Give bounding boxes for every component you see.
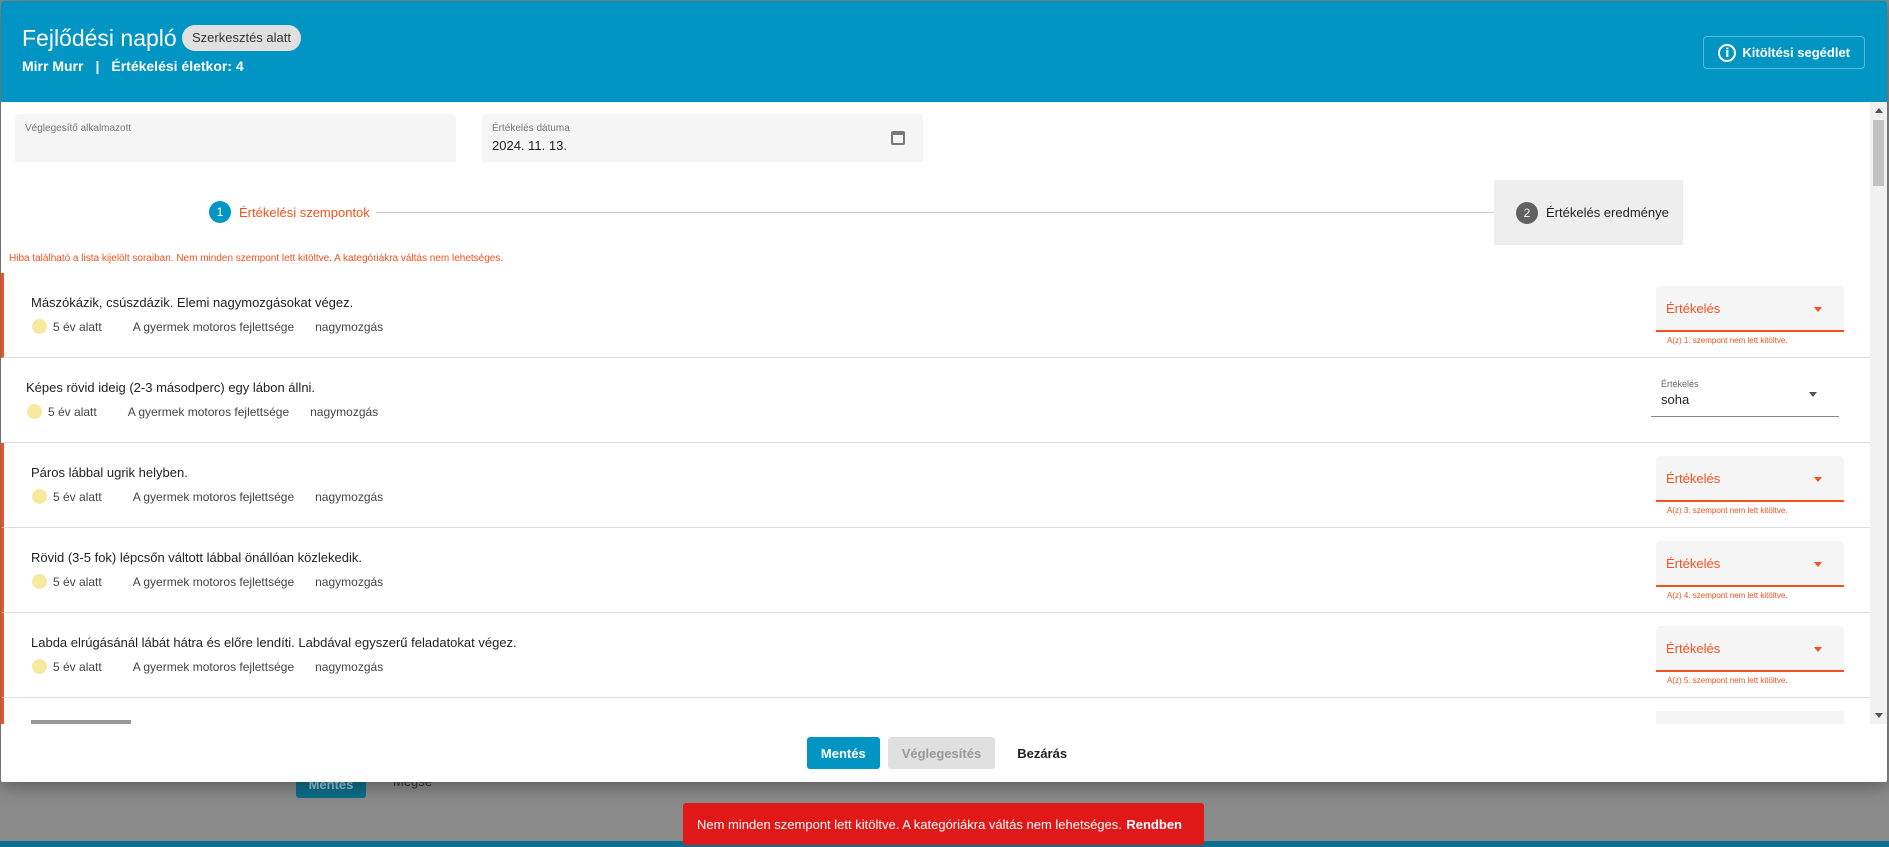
evaluation-select-error: A(z) 1. szempont nem lett kitöltve.: [1667, 336, 1788, 345]
finalizing-employee-field[interactable]: Véglegesítő alkalmazott: [15, 114, 456, 162]
criteria-meta: 5 év alatt A gyermek motoros fejlettsége…: [27, 404, 378, 419]
criteria-category: A gyermek motoros fejlettsége: [132, 489, 295, 504]
age-dot-icon: [32, 659, 47, 674]
evaluation-age: Értékelési életkor: 4: [111, 58, 244, 74]
help-guide-label: Kitöltési segédlet: [1742, 45, 1850, 60]
criteria-subcategory: nagymozgás: [315, 319, 384, 334]
criteria-age: 5 év alatt: [53, 489, 102, 504]
evaluation-select-label: Értékelés: [1661, 379, 1699, 389]
evaluation-select-cut[interactable]: [1656, 711, 1844, 724]
age-dot-icon: [32, 489, 47, 504]
evaluation-select[interactable]: Értékelés soha: [1651, 371, 1839, 417]
criteria-subcategory: nagymozgás: [315, 489, 384, 504]
evaluation-select-value: soha: [1661, 392, 1690, 407]
scroll-thumb[interactable]: [1873, 120, 1884, 186]
scroll-up-icon[interactable]: [1875, 108, 1883, 113]
criteria-title: Labda elrúgásánál lábát hátra és előre l…: [31, 635, 517, 650]
error-snackbar: Nem minden szempont lett kitöltve. A kat…: [683, 803, 1204, 845]
info-icon: i: [1718, 43, 1737, 62]
criteria-list: Mászókázik, csúszdázik. Elemi nagymozgás…: [1, 273, 1871, 724]
help-guide-button[interactable]: i Kitöltési segédlet: [1703, 36, 1865, 69]
evaluation-select-error: A(z) 3. szempont nem lett kitöltve.: [1667, 506, 1788, 515]
save-button[interactable]: Mentés: [806, 737, 880, 769]
criteria-age: 5 év alatt: [53, 574, 102, 589]
step-results-number: 2: [1516, 201, 1538, 224]
evaluation-select-placeholder: Értékelés: [1666, 641, 1721, 656]
evaluation-select-placeholder: Értékelés: [1666, 471, 1721, 486]
dialog-title: Fejlődési napló: [22, 25, 177, 51]
criteria-meta: 5 év alatt A gyermek motoros fejlettsége…: [32, 574, 383, 589]
step-results[interactable]: 2 Értékelés eredménye: [1494, 180, 1683, 245]
criteria-meta: 5 év alatt A gyermek motoros fejlettsége…: [32, 659, 383, 674]
evaluation-date-field[interactable]: Értékelés dátuma 2024. 11. 13.: [482, 114, 923, 162]
age-dot-icon: [27, 404, 42, 419]
evaluation-select-error: A(z) 4. szempont nem lett kitöltve.: [1667, 591, 1788, 600]
criteria-subcategory: nagymozgás: [315, 659, 384, 674]
criteria-meta: 5 év alatt A gyermek motoros fejlettsége…: [32, 319, 383, 334]
chevron-down-icon: [1814, 307, 1822, 312]
evaluation-select-placeholder: Értékelés: [1666, 301, 1721, 316]
step-criteria-number: 1: [209, 201, 231, 223]
criteria-row: Labda elrúgásánál lábát hátra és előre l…: [1, 613, 1871, 698]
vertical-scrollbar[interactable]: [1870, 102, 1887, 724]
criteria-title: Képes rövid ideig (2-3 másodperc) egy lá…: [26, 380, 316, 395]
child-name: Mirr Murr: [22, 58, 84, 74]
dialog-body: Véglegesítő alkalmazott Értékelés dátuma…: [1, 102, 1871, 724]
step-connector: [375, 212, 1517, 213]
status-chip: Szerkesztés alatt: [182, 25, 301, 51]
criteria-category: A gyermek motoros fejlettsége: [132, 319, 295, 334]
criteria-category: A gyermek motoros fejlettsége: [132, 574, 295, 589]
criteria-title: Rövid (3-5 fok) lépcsőn váltott lábbal ö…: [31, 550, 362, 565]
age-dot-icon: [32, 574, 47, 589]
separator: |: [95, 58, 100, 74]
evaluation-select[interactable]: Értékelés: [1656, 626, 1844, 672]
evaluation-date-value: 2024. 11. 13.: [492, 138, 567, 153]
development-log-dialog: Fejlődési napló Szerkesztés alatt Mirr M…: [1, 1, 1887, 782]
evaluation-select[interactable]: Értékelés: [1656, 286, 1844, 332]
criteria-title: Páros lábbal ugrik helyben.: [31, 465, 188, 480]
step-criteria-label: Értékelési szempontok: [239, 204, 370, 220]
criteria-age: 5 év alatt: [53, 319, 102, 334]
child-info: Mirr Murr | Értékelési életkor: 4: [22, 58, 244, 74]
criteria-category: A gyermek motoros fejlettsége: [132, 659, 295, 674]
list-error-message: Hiba található a lista kijelölt soraiban…: [9, 253, 504, 264]
chevron-down-icon: [1814, 647, 1822, 652]
step-criteria[interactable]: 1 Értékelési szempontok: [209, 201, 376, 223]
finalizing-employee-label: Véglegesítő alkalmazott: [25, 123, 132, 134]
dialog-header: Fejlődési napló Szerkesztés alatt Mirr M…: [1, 1, 1887, 102]
criteria-age: 5 év alatt: [53, 659, 102, 674]
chevron-down-icon: [1809, 392, 1817, 397]
close-button[interactable]: Bezárás: [1003, 737, 1081, 769]
criteria-title: Mászókázik, csúszdázik. Elemi nagymozgás…: [31, 295, 354, 310]
evaluation-select-placeholder: Értékelés: [1666, 556, 1721, 571]
criteria-row: Rövid (3-5 fok) lépcsőn váltott lábbal ö…: [1, 528, 1871, 613]
scroll-down-icon[interactable]: [1875, 713, 1883, 718]
criteria-meta: 5 év alatt A gyermek motoros fejlettsége…: [32, 489, 383, 504]
chevron-down-icon: [1814, 562, 1822, 567]
calendar-icon[interactable]: [891, 131, 905, 145]
criteria-row: Mászókázik, csúszdázik. Elemi nagymozgás…: [1, 273, 1871, 358]
stepper: 1 Értékelési szempontok 2 Értékelés ered…: [1, 180, 1871, 246]
dialog-footer: Mentés Véglegesítés Bezárás: [1, 724, 1887, 782]
evaluation-date-label: Értékelés dátuma: [492, 123, 570, 134]
snackbar-ok-button[interactable]: Rendben: [1126, 817, 1182, 832]
criteria-subcategory: nagymozgás: [310, 404, 379, 419]
criteria-row: Páros lábbal ugrik helyben. 5 év alatt A…: [1, 443, 1871, 528]
criteria-row-partial: [1, 698, 1871, 724]
criteria-subcategory: nagymozgás: [315, 574, 384, 589]
step-results-label: Értékelés eredménye: [1546, 205, 1669, 220]
evaluation-select[interactable]: Értékelés: [1656, 541, 1844, 587]
finalize-button: Véglegesítés: [887, 737, 996, 769]
criteria-age: 5 év alatt: [48, 404, 97, 419]
evaluation-select-error: A(z) 5. szempont nem lett kitöltve.: [1667, 676, 1788, 685]
criteria-category: A gyermek motoros fejlettsége: [127, 404, 290, 419]
evaluation-select[interactable]: Értékelés: [1656, 456, 1844, 502]
criteria-row: Képes rövid ideig (2-3 másodperc) egy lá…: [1, 358, 1871, 443]
chevron-down-icon: [1814, 477, 1822, 482]
snackbar-message: Nem minden szempont lett kitöltve. A kat…: [697, 816, 1122, 832]
age-dot-icon: [32, 319, 47, 334]
